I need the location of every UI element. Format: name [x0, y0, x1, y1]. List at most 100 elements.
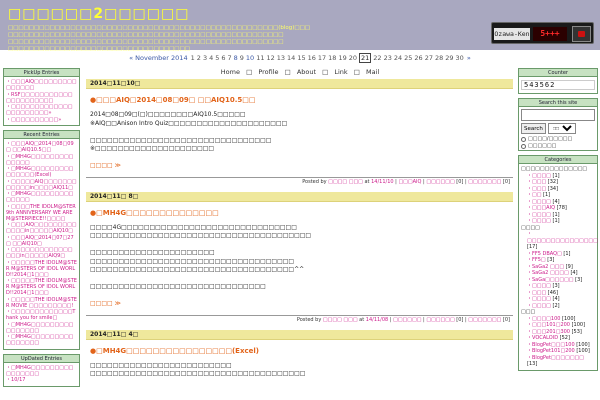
pickup-entry-link[interactable]: ・RSF□□□□□□□□□□□□□□□□□□□□□ [6, 92, 77, 104]
category-name: ・□□□□ [527, 198, 553, 205]
pickup-entry-link[interactable]: ・□□□AIQ□□□□□□□□□□□□□□□ [6, 79, 77, 91]
search-radio-row[interactable]: □□□□□□ [521, 143, 595, 149]
post-title-link[interactable]: ●□MH4G□□□□□□□□□□□□□□ [90, 209, 513, 218]
recent-entry-link[interactable]: ・□MH4G□□□□□□□□□□□□□□□(Excel) [6, 166, 77, 178]
recent-entry-link[interactable]: ・□□□AIQ□□□□□□□□□□□□□in□□□□□AIQ10□ [6, 222, 77, 234]
pickup-entries-box: PickUp Entries ・□□□AIQ□□□□□□□□□□□□□□□ ・RS… [3, 68, 80, 126]
post-date: 2014□11□ 4□ [86, 329, 513, 340]
category-count: [1] [563, 250, 571, 257]
search-radio-label: □□□□□□ [528, 143, 557, 149]
category-count: [4] [552, 198, 560, 205]
post-category-link[interactable]: □□□□□□ [393, 317, 421, 323]
recent-entry-link[interactable]: ・□□□□□AIQ□□□□□□□□□□□□in□□□□AIQ11□ [6, 179, 77, 191]
post-body: 2014□08□09□(□)□□□□□□□□AIQ10.5□□□□□ ※AIQ□□… [86, 111, 513, 154]
updated-entry-link[interactable]: ・□MH4G□□□□□□□□□□□□□□□□ [6, 365, 77, 377]
category-name: ・□□□201□300 [527, 328, 572, 335]
nav-about-link[interactable]: About [297, 68, 316, 76]
search-radio-label: □□□□/□□□□□ [528, 136, 573, 142]
post-meta: Posted by □□□□ □□□ at 14/11/08 | □□□□□□ … [86, 314, 513, 324]
search-input[interactable] [521, 109, 595, 121]
nav-separator: □ [322, 68, 329, 76]
search-radio-row[interactable]: □□□□/□□□□□ [521, 136, 595, 142]
post-author-link[interactable]: □□□□ □□□ [323, 317, 358, 323]
category-link[interactable]: ・□□□□□□□□□□□□□□□□□2 [17] [521, 231, 598, 251]
calendar-next-month-link[interactable]: » [467, 54, 471, 62]
calendar-day[interactable]: 8 [234, 54, 238, 62]
post-body-line: □□□□□□□□□□□□□□□□□□□□□□ [90, 249, 215, 256]
updated-entry-link[interactable]: ・10/17 [6, 377, 77, 383]
post-trackback-link[interactable]: □□□□□□ [426, 317, 454, 323]
search-button[interactable]: Search [521, 123, 546, 134]
category-name: ・SaGa2 □□□□ [527, 270, 571, 276]
recent-entry-link[interactable]: ・□□□□□THE IDOLM@STER M@STERS OF IDOL WOR… [6, 278, 77, 296]
post-comment-link[interactable]: □□□□□□□ [468, 317, 501, 323]
radio-circle-icon[interactable] [521, 143, 526, 149]
updated-entries-title: UpDated Entries [4, 354, 79, 363]
recent-entry-link[interactable]: ・□□□□□THE IDOLM@STER M@STERS OF IDOL WOR… [6, 260, 77, 278]
updated-entry-link-label: □MH4G□□□□□□□□□□□□□□□□ [6, 364, 74, 377]
recent-entry-link-label: □□□AIQ□□□□□□□□□□□□□in□□□□□AIQ10□ [6, 222, 77, 234]
post-title-link[interactable]: ●□□□AIQ□2014□08□09□ □□AIQ10.5□□ [90, 96, 513, 105]
calendar-day: 13 [276, 54, 286, 62]
site-description-line: □□□□□□□□□□□□□□□□□□□□□□□□□□□□□□□□□□□□□□□□… [8, 25, 310, 31]
post-comment-link[interactable]: □□□□□□□ [468, 179, 501, 185]
calendar-day: 23 [383, 54, 392, 62]
calendar-day: 16 [307, 54, 316, 62]
nav-home-link[interactable]: Home [221, 68, 240, 76]
radio-circle-icon[interactable] [521, 136, 526, 142]
header-counter-widget[interactable]: Ozawa-Ken 5+++ [491, 22, 594, 44]
recent-entry-link[interactable]: ・□□□□□□□□□□□□□□□□in□□□□□AIQ9□ [6, 247, 77, 259]
counter-owner-name: Ozawa-Ken [494, 28, 530, 40]
search-controls: Search □□□□ [521, 123, 595, 134]
post-time-link[interactable]: 14/11/10 [371, 179, 393, 185]
calendar-day[interactable]: 10 [246, 54, 254, 62]
post-body-line: □□□□□□□□□□□□□□□□□□□□□□□□□□□□□□□□ [90, 136, 272, 144]
nav-mail-link[interactable]: Mail [366, 68, 379, 76]
category-name: ・□□□□ [527, 218, 553, 224]
nav-profile-link[interactable]: Profile [258, 68, 278, 76]
right-sidebar: Counter 543562 Search this site Search □… [518, 68, 598, 400]
recent-entry-link[interactable]: ・□MH4G□□□□□□□□□□□□□□ [6, 191, 77, 203]
recent-entry-link[interactable]: ・□□□AIQ□2014□08□09□ □□AIQ10.5□□ [6, 141, 77, 153]
recent-entry-link-label: □□□AIQ□2014□08□09□ □□AIQ10.5□□ [6, 141, 74, 153]
category-count: [3] [547, 257, 555, 263]
recent-entry-link[interactable]: ・□□□□□□□□□□□□□Thank you for smile□ [6, 309, 77, 321]
category-count: [1] [552, 172, 560, 179]
recent-entry-link-label: □MH4G□□□□□□□□□□□□□□□□ [6, 334, 74, 346]
category-count: [78] [556, 205, 567, 211]
category-name: ・□□□□ [527, 211, 553, 218]
category-link[interactable]: ・BlogPet□□□□□□□ [13] [521, 355, 595, 368]
category-count: [3] [575, 276, 583, 283]
post-time-link[interactable]: 14/11/08 [366, 317, 388, 323]
post-trackback-link[interactable]: □□□□□□ [426, 179, 454, 185]
post-author-link[interactable]: □□□□ □□□ [328, 179, 363, 185]
pickup-entry-link-label: □□□AIQ□□□□□□□□□□□□□□□ [6, 79, 77, 91]
recent-entry-link[interactable]: ・□MH4G□□□□□□□□□□□□□□ [6, 154, 77, 166]
category-name: ・□□ [527, 192, 544, 198]
recent-entry-link[interactable]: ・□MH4G□□□□□□□□□□□□□□□□ [6, 322, 77, 334]
search-scope-select[interactable]: □□□□ [547, 123, 576, 134]
recent-entry-link[interactable]: ・□□□□□THE IDOLM@STER MOVIE □□□□□□□□□! [6, 297, 77, 309]
post-body-line: □□□□□□□□□□□□□□□□□□□□□□□□□□□□□□□□□□□□ [90, 257, 295, 265]
blog-post: 2014□11□10□ ●□□□AIQ□2014□08□09□ □□AIQ10.5… [86, 79, 513, 186]
calendar-day: 26 [414, 54, 423, 62]
recent-entry-link[interactable]: ・□MH4G□□□□□□□□□□□□□□□□ [6, 334, 77, 346]
read-more-link[interactable]: □□□□ ≫ [90, 300, 513, 307]
site-description-line: □□□□□□□□□□□□□□□□□□□□□□□□□□□□□□□□□□□□□□□□… [8, 32, 284, 38]
recent-entry-link-label: □□□□□□□□□□□□□Thank you for smile□ [6, 309, 76, 321]
post-category-link[interactable]: □□□AIQ [398, 179, 421, 185]
recent-entry-link[interactable]: ・□□□□THE IDOLM@STER 9th ANNIVERSARY WE A… [6, 204, 77, 222]
calendar-day: 29 [445, 54, 454, 62]
pickup-entry-link[interactable]: ・□□□□□□□□□□□□□□□□□□□□□□» [6, 104, 77, 116]
post-body: □□□□4G□□□□□□□□□□□□□□□□□□□□□□□□□□□□□□□ □□□… [86, 224, 513, 292]
pickup-entry-link[interactable]: ・□□□□□□□□□□» [6, 117, 77, 123]
nav-link-link[interactable]: Link [334, 68, 347, 76]
calendar-day: 6 [221, 54, 226, 62]
site-title[interactable]: □□□□□□2□□□□□□ [8, 6, 189, 22]
recent-entry-link-label: □□□□□THE IDOLM@STER M@STERS OF IDOL WORL… [6, 259, 77, 278]
read-more-link[interactable]: □□□□ ≫ [90, 162, 513, 169]
recent-entries-list: ・□□□AIQ□2014□08□09□ □□AIQ10.5□□ ・□MH4G□□□… [4, 139, 79, 349]
post-title-link[interactable]: ●□MH4G□□□□□□□□□□□□□□□□(Excel) [90, 347, 513, 356]
calendar-prev-month-link[interactable]: « November 2014 [129, 54, 187, 62]
recent-entry-link[interactable]: ・□□□AIQ□2014□07□27□ □□AIQ10□ [6, 235, 77, 247]
